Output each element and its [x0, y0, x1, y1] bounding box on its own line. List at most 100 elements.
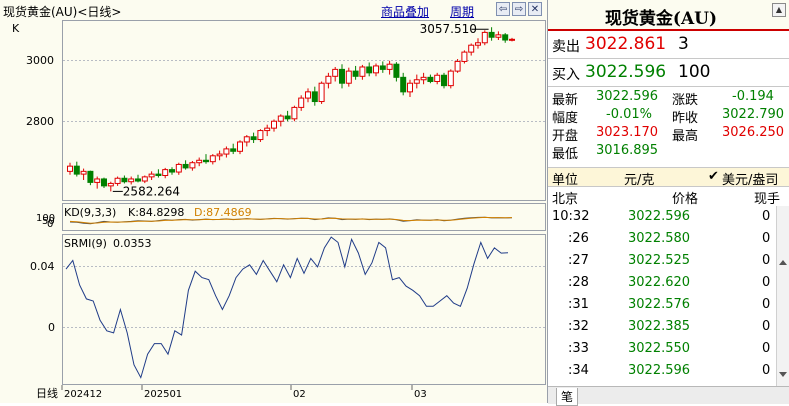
- tick-row: :27 3022.525 0: [548, 250, 776, 272]
- candle: [284, 110, 291, 122]
- unit-toggle-usd[interactable]: 美元/盎司: [722, 169, 778, 188]
- srmi-panel-frame: [62, 234, 546, 385]
- candle-body: [250, 136, 257, 141]
- candle: [291, 105, 298, 122]
- candle-body: [454, 60, 461, 72]
- low-value: 3016.895: [596, 143, 659, 158]
- kd-label: KD(9,3,3): [64, 206, 116, 219]
- candle: [196, 157, 203, 167]
- candle: [277, 114, 284, 127]
- candle: [216, 150, 223, 161]
- candle: [169, 167, 175, 175]
- candle: [257, 129, 264, 142]
- buy-row: 买入 3022.596 100: [548, 59, 789, 87]
- candle: [141, 175, 148, 184]
- candle: [441, 72, 447, 89]
- tick-row: :34 3022.596 0: [548, 360, 776, 382]
- candle-body: [169, 169, 175, 173]
- tick-time: :26: [568, 231, 589, 246]
- candle-body: [393, 63, 400, 78]
- candle: [495, 31, 502, 41]
- candle: [413, 74, 420, 89]
- tick-price: 3022.385: [628, 319, 691, 334]
- candle-body: [243, 136, 250, 143]
- candle-body: [264, 127, 271, 132]
- collapse-up-icon[interactable]: ▲: [772, 3, 786, 17]
- chart-canvas[interactable]: K 3000 2800 100 50 0 0.04 0 KD(9,3,3) K:…: [0, 0, 547, 403]
- tick-hands: 0: [762, 363, 771, 378]
- srmi-label: SRMI(9): [64, 237, 107, 250]
- x-axis-label: 03: [414, 389, 427, 400]
- candle: [80, 168, 87, 180]
- candle: [67, 162, 73, 175]
- candle-body: [386, 63, 393, 70]
- candle-body: [87, 170, 94, 183]
- tick-hands: 0: [762, 253, 771, 268]
- candle-body: [196, 159, 203, 164]
- candle-body: [73, 165, 80, 175]
- tick-time: :33: [568, 341, 589, 356]
- scroll-down-icon[interactable]: [779, 372, 787, 377]
- candle: [481, 30, 488, 46]
- candle-body: [481, 31, 488, 44]
- candle-body: [407, 82, 413, 93]
- candle-body: [182, 163, 189, 169]
- candle-body: [271, 120, 277, 129]
- candle-body: [284, 115, 291, 120]
- candle: [250, 132, 257, 144]
- candle-body: [413, 79, 420, 84]
- stats-row-2: 幅度 -0.01% 昨收 3022.790: [548, 106, 789, 126]
- ticks-header-price: 价格: [672, 192, 699, 207]
- unit-label: 单位: [552, 173, 579, 188]
- candle: [373, 63, 379, 77]
- sell-volume: 3: [678, 34, 689, 54]
- candle: [468, 43, 475, 56]
- candle: [407, 79, 413, 98]
- tick-price: 3022.580: [628, 231, 691, 246]
- candlestick-series: [67, 27, 515, 192]
- candle: [311, 86, 318, 106]
- candle-body: [189, 162, 196, 169]
- tick-row: :26 3022.580 0: [548, 228, 776, 250]
- candle-body: [209, 155, 216, 163]
- srmi-line: [65, 236, 509, 379]
- tick-time: :27: [568, 253, 589, 268]
- candle: [135, 174, 141, 183]
- candle: [447, 69, 454, 89]
- pct-value: -0.01%: [606, 107, 652, 122]
- candle-body: [94, 178, 101, 183]
- prev-value: 3022.790: [722, 107, 785, 122]
- chart-area[interactable]: 现货黄金(AU)<日线> 商品叠加 周期 ⇦ ⇨ ✕ K 3000 2800 1…: [0, 0, 548, 403]
- sell-label: 卖出: [552, 39, 580, 55]
- candle: [107, 181, 114, 192]
- candle-body: [107, 182, 114, 187]
- tick-row: :32 3022.385 0: [548, 316, 776, 338]
- srmi-series: [65, 236, 509, 379]
- candle: [73, 161, 80, 177]
- candle-body: [332, 68, 339, 77]
- scroll-up-icon[interactable]: [779, 260, 787, 265]
- last-value: 3022.596: [596, 89, 659, 104]
- tick-hands: 0: [762, 341, 771, 356]
- tick-time: :34: [568, 363, 589, 378]
- check-icon[interactable]: ✔: [708, 169, 719, 184]
- tab-ticks[interactable]: 笔: [556, 388, 579, 406]
- candle-body: [203, 159, 209, 163]
- candle-body: [305, 91, 311, 99]
- candle-body: [318, 82, 325, 103]
- candle: [237, 140, 243, 155]
- candle: [94, 176, 101, 189]
- tick-price: 3022.596: [628, 209, 691, 224]
- bottom-tab-bar: 笔: [548, 386, 789, 406]
- candle-body: [352, 70, 359, 77]
- tick-list-scrollbar[interactable]: [776, 206, 789, 386]
- candle-body: [379, 65, 386, 70]
- candle-body: [162, 169, 169, 176]
- candle-body: [366, 66, 373, 74]
- candle-body: [121, 177, 128, 183]
- candle-body: [509, 38, 515, 41]
- tick-row: :28 3022.620 0: [548, 272, 776, 294]
- candle: [148, 171, 155, 180]
- x-axis-label: 202501: [144, 389, 182, 400]
- candle: [128, 176, 135, 185]
